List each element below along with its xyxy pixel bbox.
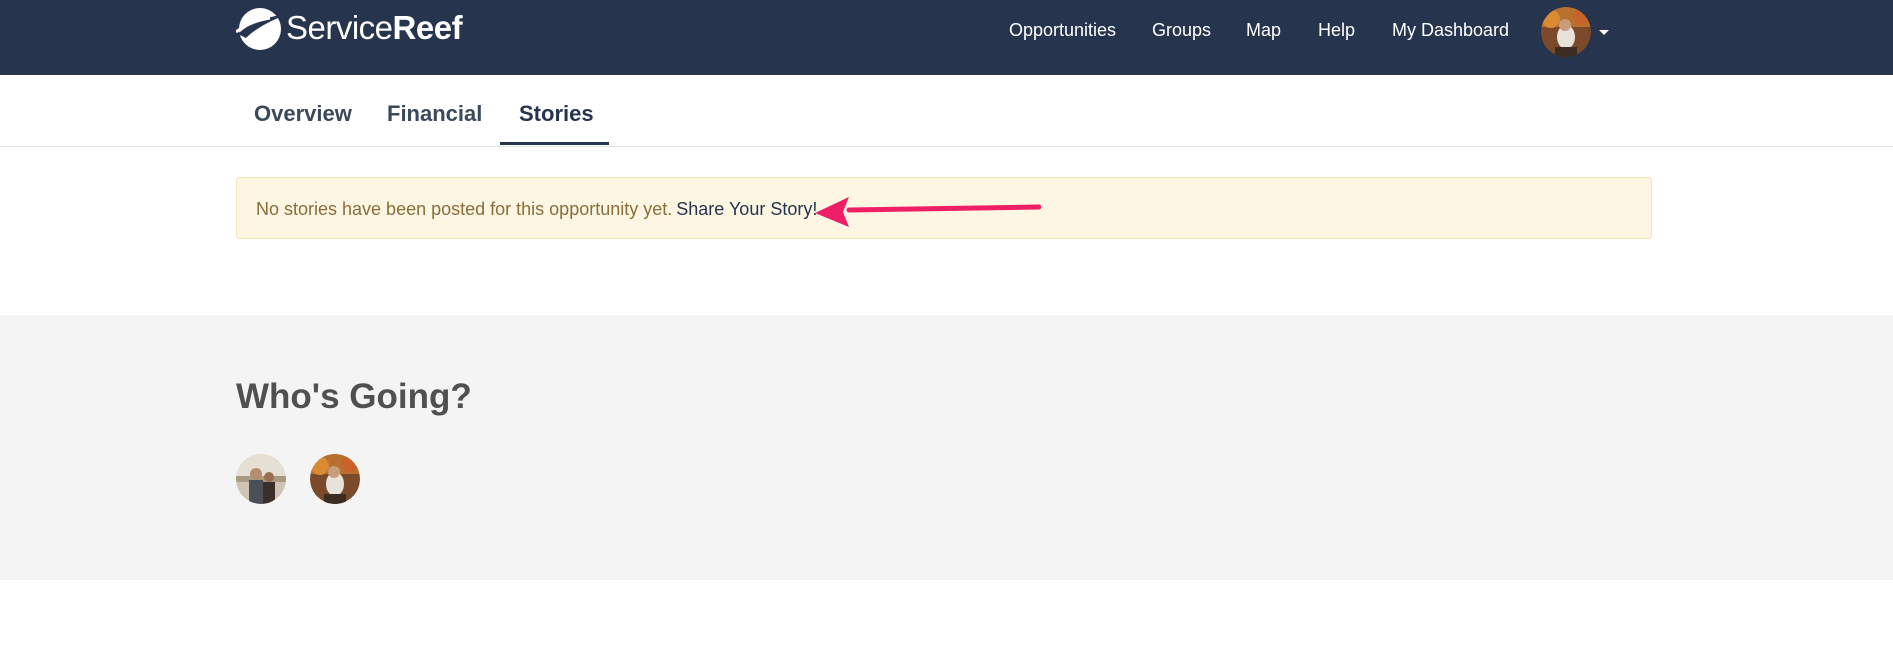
tab-overview[interactable]: Overview <box>254 101 352 127</box>
brand-name-part2: Reef <box>392 9 463 46</box>
alert-message: No stories have been posted for this opp… <box>256 199 673 219</box>
alert-text: No stories have been posted for this opp… <box>256 199 817 220</box>
nav-link-opportunities[interactable]: Opportunities <box>1009 20 1116 41</box>
nav-link-groups[interactable]: Groups <box>1152 20 1211 41</box>
caret-down-icon[interactable] <box>1599 29 1609 35</box>
section-title: Who's Going? <box>236 377 472 416</box>
nav-link-my-dashboard[interactable]: My Dashboard <box>1392 20 1509 41</box>
user-menu[interactable] <box>1541 7 1609 57</box>
nav-link-help[interactable]: Help <box>1318 20 1355 41</box>
sub-navigation: Overview Financial Stories <box>0 75 1893 147</box>
tab-financial[interactable]: Financial <box>387 101 482 127</box>
brand-wordmark: ServiceReef <box>286 4 463 52</box>
logo-mark-icon <box>236 8 288 50</box>
nav-link-map[interactable]: Map <box>1246 20 1281 41</box>
annotation-arrow-icon <box>815 197 1041 227</box>
brand-logo[interactable]: ServiceReef <box>236 4 463 52</box>
brand-name-part1: Service <box>286 9 393 46</box>
participant-avatar[interactable] <box>310 454 360 504</box>
participant-avatar[interactable] <box>236 454 286 504</box>
top-navbar: ServiceReef Opportunities Groups Map Hel… <box>0 0 1893 75</box>
whos-going-section: Who's Going? <box>0 315 1893 580</box>
active-tab-indicator <box>500 142 609 145</box>
share-story-link[interactable]: Share Your Story! <box>676 199 817 219</box>
tab-stories[interactable]: Stories <box>519 101 594 127</box>
avatar[interactable] <box>1541 7 1591 57</box>
